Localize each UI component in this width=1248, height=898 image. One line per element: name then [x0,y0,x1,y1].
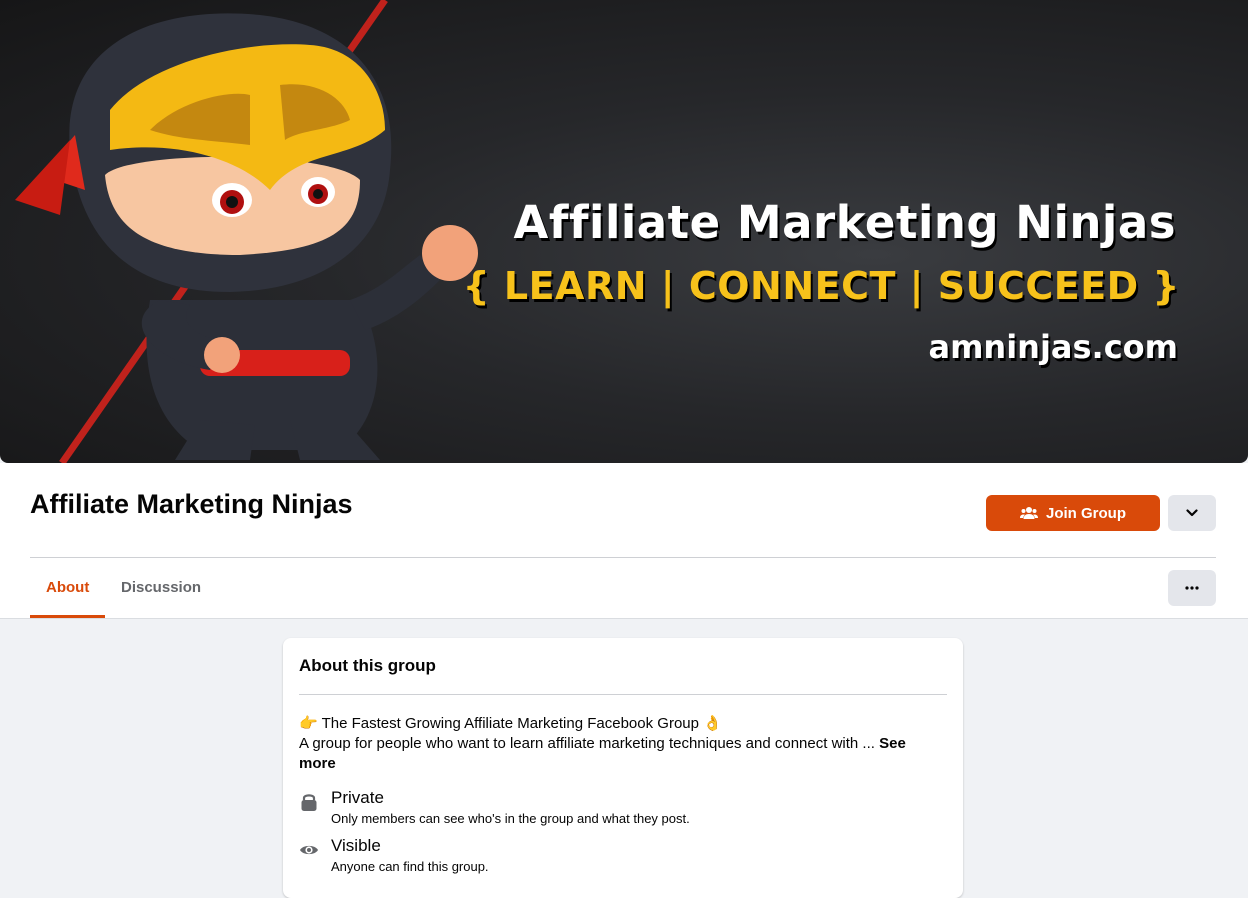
group-header: Affiliate Marketing Ninjas Join Group Ab… [0,463,1248,619]
lock-icon [301,794,317,811]
group-name: Affiliate Marketing Ninjas [30,489,353,519]
tab-discussion[interactable]: Discussion [105,558,217,618]
ninja-mascot-illustration [15,0,478,463]
more-dots-icon [1185,586,1199,590]
about-card-divider [299,694,947,695]
group-icon [1020,507,1038,519]
cover-tagline: { LEARN | CONNECT | SUCCEED } [462,264,1180,308]
more-options-button[interactable] [1168,570,1216,606]
about-card-title: About this group [299,656,436,675]
group-description: 👉 The Fastest Growing Affiliate Marketin… [299,714,939,774]
cover-url: amninjas.com [928,328,1178,366]
description-line-1: 👉 The Fastest Growing Affiliate Marketin… [299,715,722,732]
chevron-down-icon [1186,509,1198,517]
description-text: A group for people who want to learn aff… [299,735,875,752]
tab-about-label: About [46,579,90,596]
tab-discussion-label: Discussion [121,579,202,596]
privacy-title: Private [331,788,384,807]
about-card: About this group 👉 The Fastest Growing A… [283,638,963,898]
visibility-title: Visible [331,836,381,855]
cover-photo: Affiliate Marketing Ninjas { LEARN | CON… [0,0,1248,463]
privacy-description: Only members can see who's in the group … [331,811,690,826]
cover-title: Affiliate Marketing Ninjas [513,196,1176,249]
group-options-dropdown-button[interactable] [1168,495,1216,531]
eye-icon [300,845,318,855]
visibility-description: Anyone can find this group. [331,859,489,874]
tab-about[interactable]: About [30,558,106,618]
description-line-2: A group for people who want to learn aff… [299,734,939,774]
join-group-button[interactable]: Join Group [986,495,1160,531]
join-group-label: Join Group [1046,504,1126,522]
